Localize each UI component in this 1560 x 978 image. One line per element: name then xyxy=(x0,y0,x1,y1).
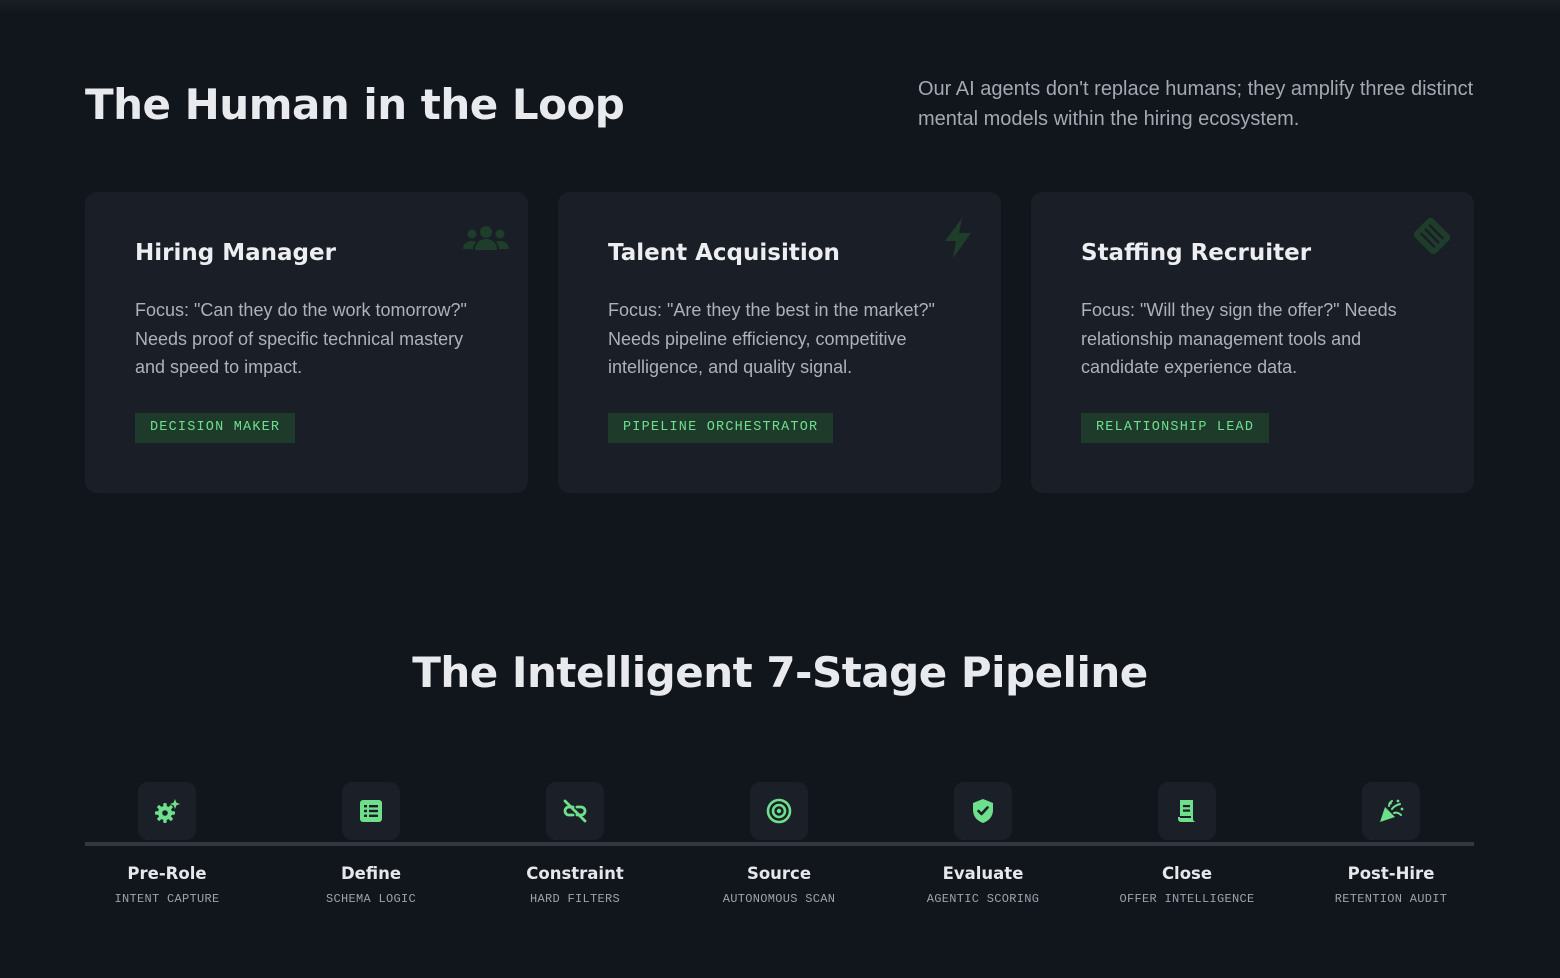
lightning-bolt-icon xyxy=(943,218,973,262)
stage-subtitle: INTENT CAPTURE xyxy=(114,892,220,906)
role-tag: DECISION MAKER xyxy=(135,413,296,443)
top-shadow xyxy=(0,0,1560,14)
card-description: Focus: "Will they sign the offer?" Needs… xyxy=(1081,300,1397,377)
stage-name: Constraint xyxy=(526,864,624,883)
pipeline-stage-evaluate[interactable]: Evaluate AGENTIC SCORING xyxy=(883,782,1083,906)
stage-subtitle: HARD FILTERS xyxy=(529,892,620,906)
persona-card-talent-acquisition: Talent Acquisition Focus: "Are they the … xyxy=(558,192,1001,493)
card-title: Talent Acquisition xyxy=(608,240,840,266)
gear-sparkle-icon xyxy=(138,782,196,840)
role-tag: PIPELINE ORCHESTRATOR xyxy=(608,413,834,443)
stage-name: Close xyxy=(1161,864,1213,883)
pipeline-stage-define[interactable]: Define SCHEMA LOGIC xyxy=(271,782,471,906)
section-subtitle: Our AI agents don't replace humans; they… xyxy=(918,78,1474,130)
card-description: Focus: "Are they the best in the market?… xyxy=(608,300,935,377)
stage-name: Post-Hire xyxy=(1347,864,1435,883)
section-title-pipeline: The Intelligent 7-Stage Pipeline xyxy=(412,648,1148,697)
receipt-icon xyxy=(1158,782,1216,840)
stage-subtitle: AGENTIC SCORING xyxy=(926,892,1040,906)
card-title: Hiring Manager xyxy=(135,240,336,266)
stage-name: Source xyxy=(746,864,812,883)
stage-subtitle: SCHEMA LOGIC xyxy=(325,892,416,906)
pipeline-stage-source[interactable]: Source AUTONOMOUS SCAN xyxy=(679,782,879,906)
role-tag: RELATIONSHIP LEAD xyxy=(1081,413,1270,443)
radar-target-icon xyxy=(750,782,808,840)
persona-card-hiring-manager: Hiring Manager Focus: "Can they do the w… xyxy=(85,192,528,493)
list-document-icon xyxy=(342,782,400,840)
party-popper-icon xyxy=(1362,782,1420,840)
shield-check-icon xyxy=(954,782,1012,840)
handshake-icon xyxy=(1411,217,1453,259)
broken-link-icon xyxy=(546,782,604,840)
people-group-icon xyxy=(463,224,509,254)
pipeline-stage-constraint[interactable]: Constraint HARD FILTERS xyxy=(475,782,675,906)
section-title-human-loop: The Human in the Loop xyxy=(85,80,625,129)
stage-subtitle: AUTONOMOUS SCAN xyxy=(722,892,836,906)
card-title: Staffing Recruiter xyxy=(1081,240,1312,266)
stage-name: Pre-Role xyxy=(127,864,207,883)
pipeline-stage-close[interactable]: Close OFFER INTELLIGENCE xyxy=(1087,782,1287,906)
pipeline-stage-post-hire[interactable]: Post-Hire RETENTION AUDIT xyxy=(1291,782,1491,906)
card-description: Focus: "Can they do the work tomorrow?" … xyxy=(135,300,467,377)
persona-card-staffing-recruiter: Staffing Recruiter Focus: "Will they sig… xyxy=(1031,192,1474,493)
stage-subtitle: RETENTION AUDIT xyxy=(1334,892,1448,906)
pipeline-stage-pre-role[interactable]: Pre-Role INTENT CAPTURE xyxy=(67,782,267,906)
stage-name: Define xyxy=(340,864,402,883)
stage-subtitle: OFFER INTELLIGENCE xyxy=(1119,892,1255,906)
stage-name: Evaluate xyxy=(942,864,1024,883)
